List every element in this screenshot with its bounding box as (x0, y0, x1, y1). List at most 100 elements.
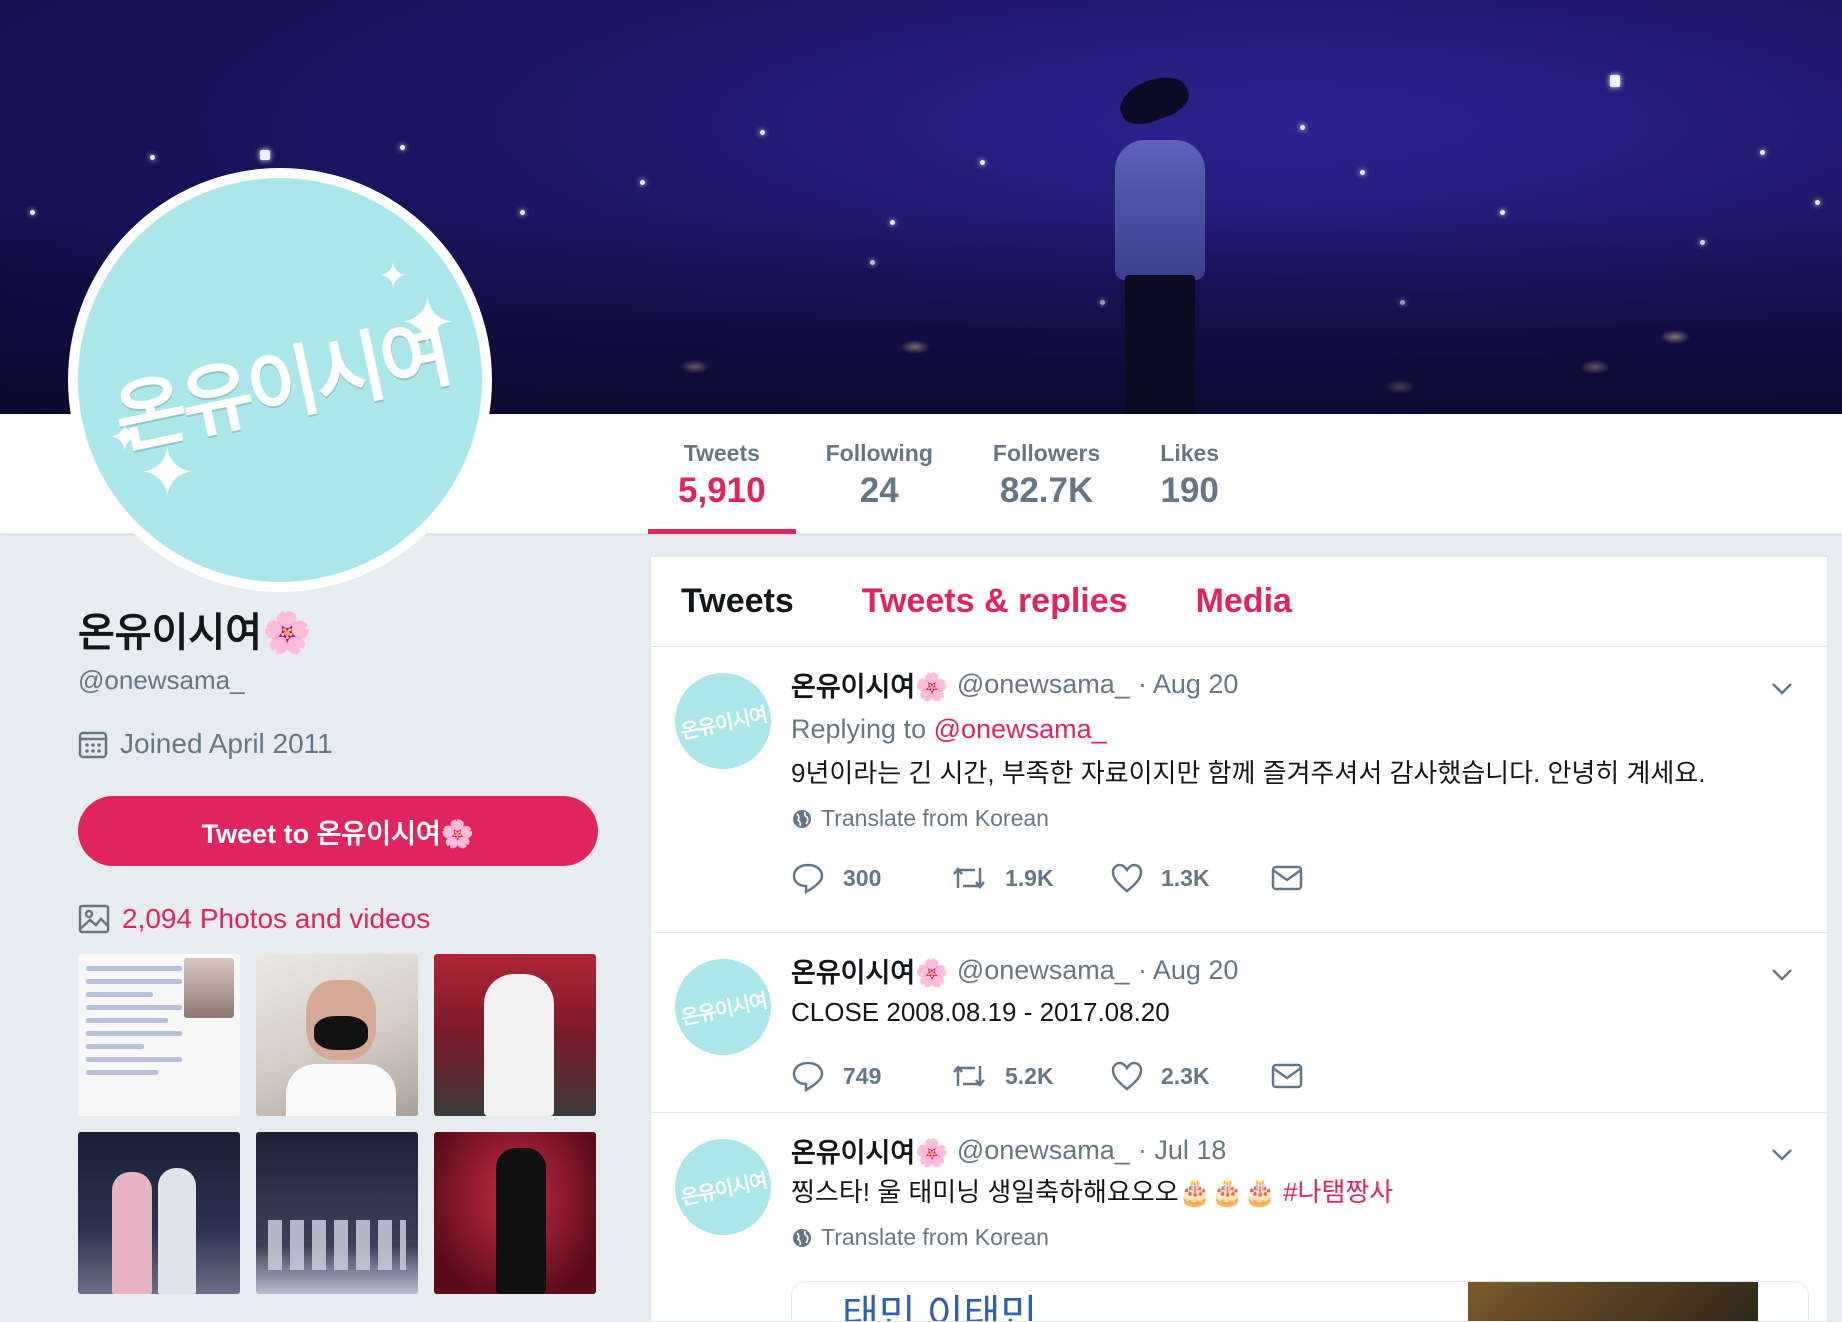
tweet-text: 찡스타! 울 태미닝 생일축하해요오오🎂🎂🎂 #나탬짱사 (791, 1174, 1827, 1210)
tweet-item[interactable]: 온유이시여 온유이시여🌸 @onewsama_ · Aug 20 Replyin… (651, 647, 1827, 933)
like-count: 1.3K (1161, 864, 1210, 891)
media-thumbnail[interactable] (256, 954, 418, 1116)
tweet-date[interactable]: · Aug 20 (1138, 955, 1239, 986)
stat-tweets[interactable]: Tweets 5,910 (648, 414, 796, 534)
photo-icon (78, 904, 110, 934)
profile-handle[interactable]: @onewsama_ (78, 665, 245, 696)
stat-following[interactable]: Following 24 (796, 414, 963, 534)
like-button[interactable]: 2.3K (1111, 1061, 1271, 1091)
stat-value: 5,910 (678, 471, 766, 510)
avatar-logo-text: 온유이시여 (678, 703, 769, 744)
joined-date: Joined April 2011 (78, 728, 333, 760)
tweet-avatar[interactable]: 온유이시여 (675, 959, 771, 1055)
tweet-text: CLOSE 2008.08.19 - 2017.08.20 (791, 997, 1170, 1027)
retweet-count: 5.2K (1005, 1062, 1054, 1089)
media-thumbnail[interactable] (78, 1132, 240, 1294)
stat-followers[interactable]: Followers 82.7K (963, 414, 1130, 534)
tweet-date[interactable]: · Jul 18 (1138, 1135, 1227, 1166)
chevron-down-icon[interactable] (1771, 1143, 1793, 1165)
tweet-author-handle[interactable]: @onewsama_ (957, 669, 1130, 700)
card-image (1468, 1282, 1758, 1321)
tweet-actions: 749 5.2K 2.3K (791, 1030, 1827, 1122)
tweet-header: 온유이시여🌸 @onewsama_ · Aug 20 (791, 951, 1827, 990)
calendar-icon (78, 731, 108, 759)
stat-label: Likes (1160, 440, 1220, 466)
media-thumbnail[interactable] (78, 954, 240, 1116)
performer-figure (1105, 69, 1225, 414)
stat-likes[interactable]: Likes 190 (1130, 414, 1249, 534)
tweet-author-name[interactable]: 온유이시여🌸 (791, 951, 949, 990)
retweet-button[interactable]: 1.9K (951, 864, 1111, 892)
tweet-header: 온유이시여🌸 @onewsama_ · Aug 20 (791, 665, 1827, 704)
translate-link[interactable]: Translate from Korean (791, 805, 1827, 832)
retweet-button[interactable]: 5.2K (951, 1062, 1111, 1090)
timeline-tabs: Tweets Tweets & replies Media (651, 557, 1827, 647)
replying-to-label: Replying to (791, 714, 927, 744)
replying-to: Replying to @onewsama_ (791, 714, 1827, 745)
tweet-actions: 300 1.9K 1.3K (791, 832, 1827, 924)
stat-value: 82.7K (999, 471, 1094, 510)
tweet-to-button[interactable]: Tweet to 온유이시여🌸 (78, 796, 598, 866)
profile-name[interactable]: 온유이시여🌸 (78, 600, 312, 658)
stat-label: Tweets (683, 440, 760, 466)
avatar-logo-text: 온유이시여 (106, 307, 457, 467)
card-image-text: 태민 이태민 (842, 1293, 1038, 1322)
media-grid (78, 954, 596, 1294)
retweet-icon (953, 1065, 985, 1088)
reply-count: 300 (843, 864, 882, 891)
media-thumbnail[interactable] (256, 1132, 418, 1294)
tweet-item[interactable]: 온유이시여 온유이시여🌸 @onewsama_ · Aug 20 CLOSE 2… (651, 933, 1827, 1113)
tweet-text-body: 찡스타! 울 태미닝 생일축하해요오오🎂🎂🎂 (791, 1177, 1276, 1207)
dm-icon (1271, 866, 1303, 891)
tweet-author-handle[interactable]: @onewsama_ (957, 955, 1130, 986)
like-icon (1111, 1062, 1143, 1091)
globe-icon (793, 809, 811, 828)
dm-button[interactable] (1271, 1062, 1431, 1090)
tweet-item[interactable]: 온유이시여 온유이시여🌸 @onewsama_ · Jul 18 찡스타! 울 … (651, 1113, 1827, 1322)
replying-to-link[interactable]: @onewsama_ (934, 714, 1107, 744)
chevron-down-icon[interactable] (1771, 677, 1793, 699)
tweet-date[interactable]: · Aug 20 (1138, 669, 1239, 700)
media-thumbnail[interactable] (434, 1132, 596, 1294)
reply-button[interactable]: 300 (791, 862, 951, 895)
reply-count: 749 (843, 1062, 882, 1089)
reply-icon (792, 864, 824, 895)
avatar-logo-text: 온유이시여 (678, 1169, 769, 1210)
tweet-author-name[interactable]: 온유이시여🌸 (791, 1131, 949, 1170)
translate-link[interactable]: Translate from Korean (791, 1224, 1827, 1251)
tweet-header: 온유이시여🌸 @onewsama_ · Jul 18 (791, 1131, 1827, 1170)
stat-label: Followers (992, 440, 1101, 466)
dm-button[interactable] (1271, 864, 1431, 892)
like-button[interactable]: 1.3K (1111, 863, 1271, 893)
globe-icon (793, 1228, 811, 1247)
dm-icon (1271, 1064, 1303, 1089)
like-icon (1111, 864, 1143, 893)
timeline: Tweets Tweets & replies Media 온유이시여 온유이시… (650, 556, 1828, 1322)
tab-tweets[interactable]: Tweets (681, 582, 794, 621)
tweet-media-card[interactable]: 태민 이태민 (791, 1281, 1809, 1322)
translate-label: Translate from Korean (821, 805, 1049, 832)
joined-text: Joined April 2011 (120, 728, 333, 759)
tab-tweets-replies[interactable]: Tweets & replies (862, 582, 1128, 621)
retweet-icon (953, 867, 985, 890)
reply-icon (792, 1062, 824, 1093)
photos-videos-link[interactable]: 2,094 Photos and videos (78, 903, 430, 935)
tweet-author-name[interactable]: 온유이시여🌸 (791, 665, 949, 704)
tweet-avatar[interactable]: 온유이시여 (675, 673, 771, 769)
tweet-text: 9년이라는 긴 시간, 부족한 자료이지만 함께 즐겨주셔서 감사했습니다. 안… (791, 758, 1706, 788)
media-thumbnail[interactable] (434, 954, 596, 1116)
chevron-down-icon[interactable] (1771, 963, 1793, 985)
translate-label: Translate from Korean (821, 1224, 1049, 1251)
tweet-author-handle[interactable]: @onewsama_ (957, 1135, 1130, 1166)
stat-value: 190 (1160, 471, 1219, 510)
profile-avatar[interactable]: ✦ ✦ ✦ ✦ 온유이시여 (68, 168, 492, 592)
photos-videos-label: 2,094 Photos and videos (122, 903, 431, 934)
tab-media[interactable]: Media (1196, 582, 1292, 621)
hashtag-link[interactable]: #나탬짱사 (1283, 1177, 1393, 1207)
avatar-logo-text: 온유이시여 (678, 989, 769, 1030)
stat-label: Following (825, 440, 933, 466)
tweet-avatar[interactable]: 온유이시여 (675, 1139, 771, 1235)
like-count: 2.3K (1161, 1062, 1210, 1089)
profile-stats: Tweets 5,910 Following 24 Followers 82.7… (648, 414, 1249, 534)
reply-button[interactable]: 749 (791, 1060, 951, 1093)
